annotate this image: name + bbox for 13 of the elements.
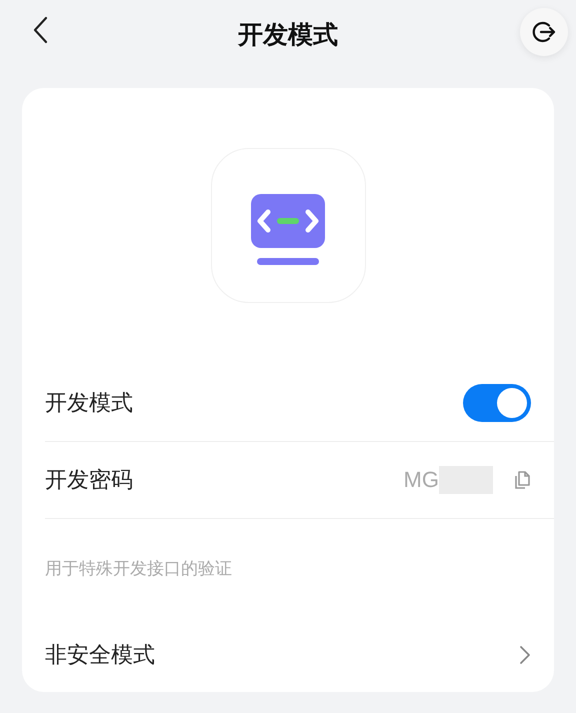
page-title: 开发模式 [238, 19, 338, 51]
password-value: MG [404, 467, 439, 493]
exit-icon [531, 19, 557, 45]
toggle-switch[interactable] [463, 384, 531, 422]
hint-text: 用于特殊开发接口的验证 [45, 558, 233, 581]
exit-button[interactable] [520, 8, 568, 56]
back-icon[interactable] [32, 16, 48, 44]
setting-label: 开发密码 [45, 467, 133, 495]
chevron-right-icon [519, 645, 531, 665]
setting-label: 开发模式 [45, 390, 133, 418]
copy-icon[interactable] [513, 470, 531, 490]
unsafe-mode-item[interactable]: 非安全模式 [45, 617, 554, 693]
app-logo-icon [210, 148, 366, 303]
